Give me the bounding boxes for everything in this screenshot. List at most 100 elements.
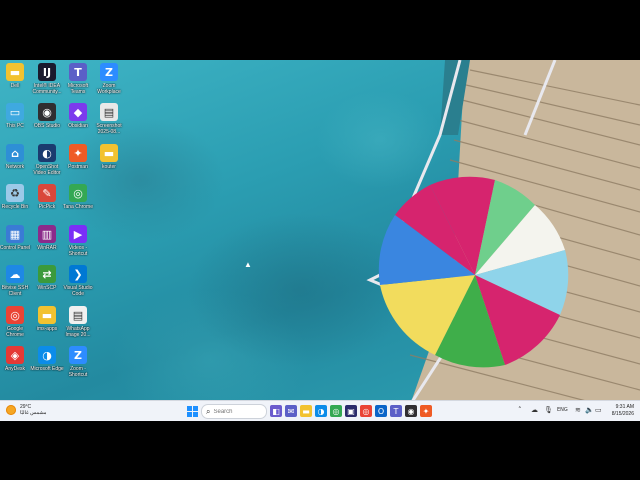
desktop-icon[interactable]: ◈ AnyDesk [0,346,32,388]
desktop-icon[interactable]: Z Zoom Workplace [92,63,126,105]
chrome-icon[interactable]: ◎ [330,405,342,417]
store-icon[interactable]: ▣ [345,405,357,417]
system-clock[interactable]: 9:31 AM 8/15/2026 [604,404,634,418]
windows-start-icon[interactable] [186,405,198,417]
outlook-icon[interactable]: O [375,405,387,417]
weather-widget[interactable]: 29°C مشمس غالبًا [6,404,47,416]
desktop-icon[interactable]: Z Zoom - Shortcut [61,346,95,388]
desktop-icon-label: OBS Studio [33,123,61,129]
teams-icon[interactable]: T [390,405,402,417]
desktop-icon-label: Network [5,164,25,170]
desktop-icon[interactable]: ◐ OpenShot Video Editor [30,144,64,186]
intellij-icon: IJ [38,63,56,81]
desktop-icon-label: Control Panel [0,245,31,251]
desktop-icon-label: Tana Chrome [62,204,93,210]
desktop-icon[interactable]: ✦ Postman [61,144,95,186]
bitvise-icon: ☁ [6,265,24,283]
wifi-icon[interactable]: ≋ [575,406,581,414]
desktop-icon[interactable]: ⇄ WinSCP [30,265,64,307]
taskbar-search[interactable]: ⌕ [201,404,267,419]
desktop-icon[interactable]: T Microsoft Teams [61,63,95,105]
teams-icon: T [69,63,87,81]
desktop-icon[interactable]: ◎ Tana Chrome [61,184,95,226]
desktop-icon-label: OpenShot Video Editor [33,164,61,176]
desktop-icon[interactable]: ♻ Recycle Bin [0,184,32,226]
desktop-icon[interactable]: ▬ Dell [0,63,32,105]
desktop-icon[interactable]: ▶ Videos - Shortcut [61,225,95,267]
desktop-icon-label: AnyDesk [4,366,25,372]
clock-time: 9:31 AM [615,404,634,410]
openshot-icon: ◐ [38,144,56,162]
desktop-icon[interactable]: ▤ Screenshot 2025-08... [92,103,126,145]
chrome-icon: ◎ [6,306,24,324]
desktop-icon[interactable]: ❯ Visual Studio Code [61,265,95,307]
desktop-icon-label: This PC [6,123,24,129]
desktop-icon[interactable]: ⌂ Network [0,144,32,186]
folder-icon: ▬ [100,144,118,162]
image-file-icon: ▤ [69,306,87,324]
zoom-icon: Z [100,63,118,81]
desktop-icon-label: Google Chrome [6,326,24,338]
folder-icon: ▬ [6,63,24,81]
chat-icon[interactable]: ✉ [285,405,297,417]
winscp-icon: ⇄ [38,265,56,283]
taskbar: 29°C مشمس غالبًا ⌕ ◧✉▬◑◎▣◎OT◉✦ ˄ ☁ 🎙 ENG… [0,400,640,421]
zoom-icon: Z [69,346,87,364]
image-file-icon: ▤ [100,103,118,121]
file-explorer-icon[interactable]: ▬ [300,405,312,417]
desktop-icon-label: WinRAR [37,245,57,251]
desktop-icon-label: Postman [68,164,88,170]
desktop-icon-label: Intel® IDEA Community... [32,83,62,95]
sun-icon [6,405,16,415]
desktop-icon[interactable]: ▥ WinRAR [30,225,64,267]
edge-icon: ◑ [38,346,56,364]
recycle-bin-icon: ♻ [6,184,24,202]
videos-icon: ▶ [69,225,87,243]
desktop-icon[interactable]: ▭ This PC [0,103,32,145]
desktop-icon[interactable]: ◑ Microsoft Edge [30,346,64,388]
chevron-up-icon[interactable]: ˄ [518,406,522,414]
clock-date: 8/15/2026 [611,411,634,417]
desktop-icon[interactable]: ◎ Google Chrome [0,306,32,348]
speaker-icon[interactable]: 🔈 [585,406,594,414]
chrome-icon[interactable]: ◎ [360,405,372,417]
desktop-icon-label: Bitvise SSH Client [1,285,29,297]
desktop-icon[interactable]: ▤ WhatsApp Image 20... [61,306,95,348]
desktop-icon[interactable]: ☁ Bitvise SSH Client [0,265,32,307]
desktop-icon[interactable]: ▬ kouter [92,144,126,186]
desktop-icon-label: Microsoft Teams [67,83,89,95]
mouse-pointer-icon: ▲ [244,260,252,269]
desktop-icon[interactable]: ▦ Control Panel [0,225,32,267]
desktop-icon[interactable]: ◉ OBS Studio [30,103,64,145]
obs-icon: ◉ [38,103,56,121]
obs-icon[interactable]: ◉ [405,405,417,417]
search-icon: ⌕ [206,406,211,416]
desktop-icon[interactable]: ▬ ims-apps [30,306,64,348]
desktop-icon-label: Screenshot 2025-08... [96,123,122,135]
desktop-icon[interactable]: ◆ Obsidian [61,103,95,145]
postman-icon[interactable]: ✦ [420,405,432,417]
winrar-icon: ▥ [38,225,56,243]
widgets-icon[interactable]: ◧ [270,405,282,417]
desktop-icon-label: Zoom - Shortcut [68,366,88,378]
postman-icon: ✦ [69,144,87,162]
search-input[interactable] [213,408,260,415]
desktop-icon-label: PicPick [38,204,56,210]
desktop: ▲ ▬ Dell IJ Intel® IDEA Community... T Micros… [0,60,640,420]
control-panel-icon: ▦ [6,225,24,243]
microphone-icon[interactable]: 🎙 [544,406,553,414]
network-icon: ⌂ [6,144,24,162]
desktop-icon-label: Zoom Workplace [97,83,121,95]
cloud-icon[interactable]: ☁ [531,406,538,414]
anydesk-icon: ◈ [6,346,24,364]
edge-icon[interactable]: ◑ [315,405,327,417]
desktop-icon-label: ims-apps [36,326,58,332]
battery-icon[interactable]: ▭ [595,406,602,414]
desktop-icon[interactable]: ✎ PicPick [30,184,64,226]
language-indicator[interactable]: ENG [557,407,568,413]
weather-description: مشمس غالبًا [20,410,47,416]
desktop-icon-label: Microsoft Edge [30,366,64,372]
desktop-icon-label: Videos - Shortcut [68,245,88,257]
desktop-icon-label: Obsidian [68,123,88,129]
desktop-icon[interactable]: IJ Intel® IDEA Community... [30,63,64,105]
